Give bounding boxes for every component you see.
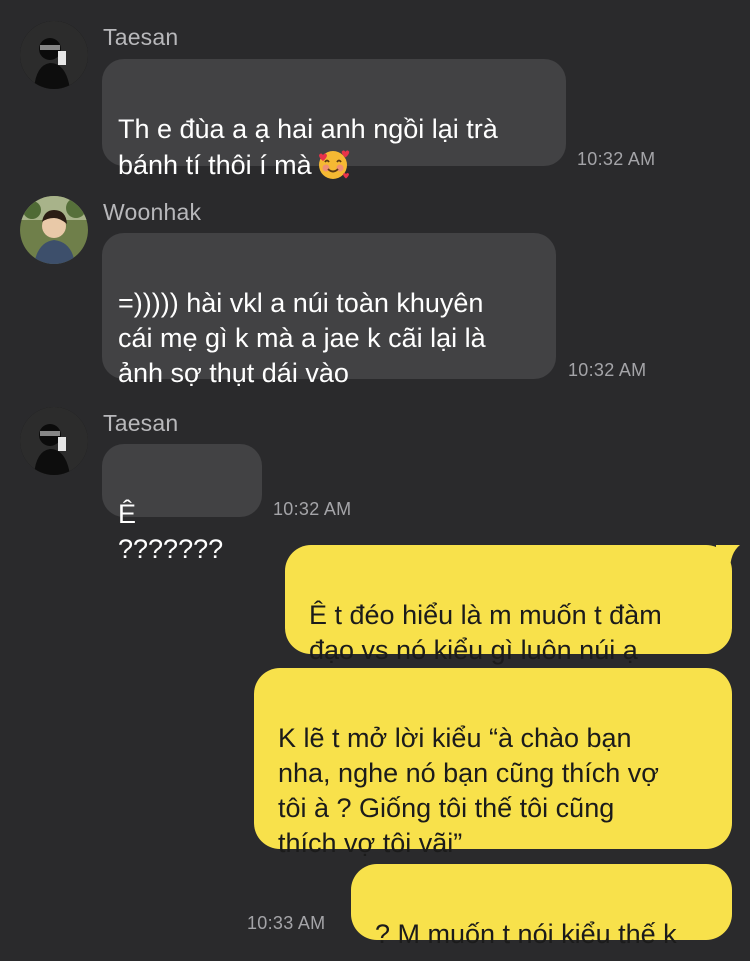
message-timestamp: 10:32 AM	[273, 499, 352, 519]
message-text: ? M muốn t nói kiểu thế k	[375, 919, 677, 949]
outgoing-message-bubble[interactable]: Ê t đéo hiểu là m muốn t đàm đạo vs nó k…	[285, 545, 732, 665]
sender-name: Taesan	[103, 24, 179, 50]
sender-name: Woonhak	[103, 199, 202, 225]
message-timestamp: 10:33 AM	[247, 913, 326, 933]
avatar-woonhak[interactable]	[20, 196, 88, 264]
message-text: Ê ???????	[118, 499, 224, 564]
smiling-face-with-hearts-icon	[318, 150, 349, 179]
profile-photo-mirror-selfie-icon	[20, 21, 88, 89]
avatar-taesan[interactable]	[20, 407, 88, 475]
message-timestamp: 10:32 AM	[577, 149, 656, 169]
avatar-taesan[interactable]	[20, 21, 88, 89]
profile-photo-mirror-selfie-icon	[20, 407, 88, 475]
message-text: K lẽ t mở lời kiểu “à chào bạn nha, nghe…	[278, 723, 659, 858]
outgoing-message-bubble[interactable]: ? M muốn t nói kiểu thế k	[351, 864, 732, 949]
message-bubble[interactable]: =))))) hài vkl a núi toàn khuyên cái mẹ …	[102, 233, 556, 388]
message-bubble[interactable]: Th e đùa a ạ hai anh ngồi lại trà bánh t…	[102, 59, 566, 180]
message-timestamp: 10:32 AM	[568, 360, 647, 380]
sender-name: Taesan	[103, 410, 179, 436]
message-text: Ê t đéo hiểu là m muốn t đàm đạo vs nó k…	[309, 600, 662, 665]
message-text: =))))) hài vkl a núi toàn khuyên cái mẹ …	[118, 288, 486, 388]
message-text: Th e đùa a ạ hai anh ngồi lại trà bánh t…	[118, 114, 498, 180]
profile-photo-outdoor-icon	[20, 196, 88, 264]
message-bubble[interactable]: Ê ???????	[102, 444, 262, 564]
bubble-tail	[716, 545, 740, 571]
outgoing-message-bubble[interactable]: K lẽ t mở lời kiểu “à chào bạn nha, nghe…	[254, 668, 732, 858]
